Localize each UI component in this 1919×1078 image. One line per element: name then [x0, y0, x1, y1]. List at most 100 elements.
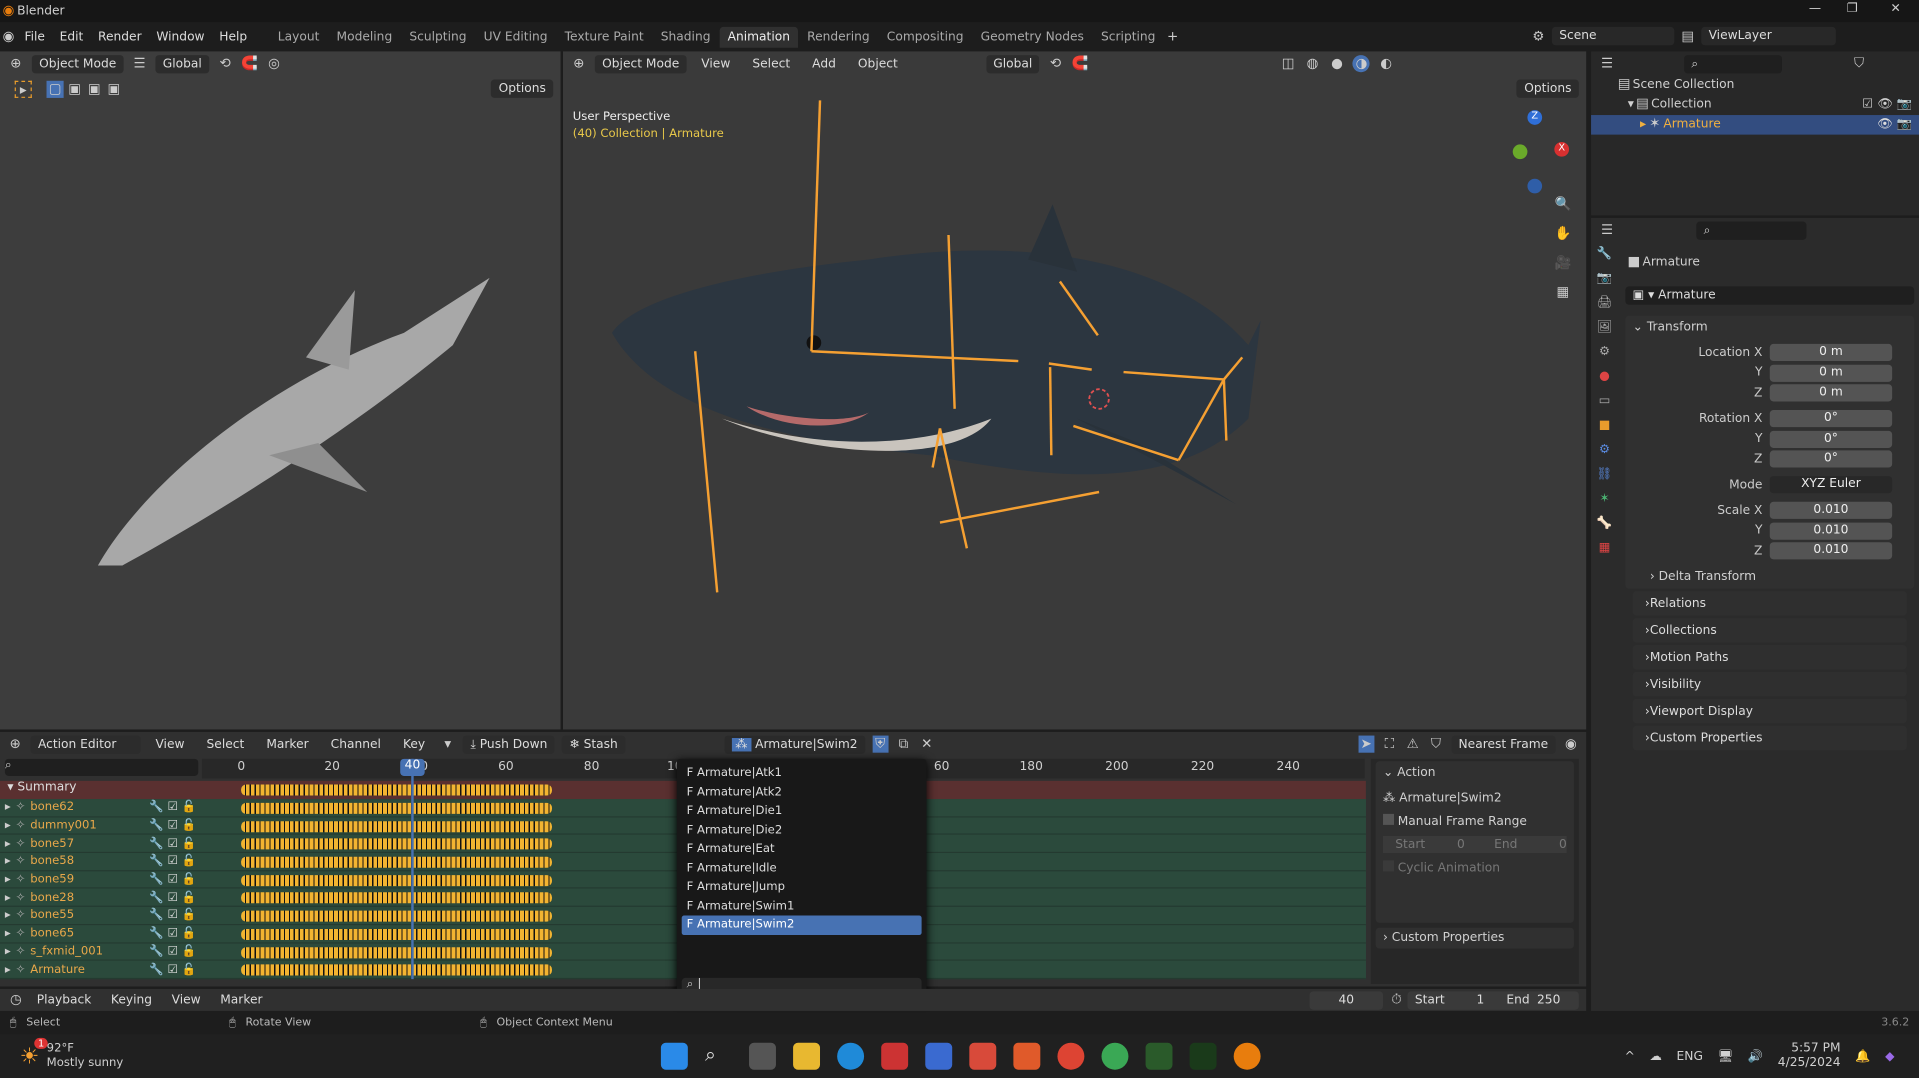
action-option[interactable]: F Armature|Eat	[682, 840, 922, 859]
stash-button[interactable]: ❄ Stash	[562, 734, 626, 754]
expand-icon[interactable]: ▸	[5, 909, 11, 922]
playhead[interactable]	[411, 758, 414, 980]
channel-toggles[interactable]: 🔧 ☑ 🔓	[149, 927, 196, 940]
left-viewport[interactable]: ⊕ Object Mode ☰ Global ⟲ 🧲 ◎ Options ▸ ▢…	[0, 51, 561, 730]
current-frame-field[interactable]: 40	[1309, 990, 1384, 1010]
channel-search-input[interactable]: ⌕	[4, 758, 199, 776]
mode-selector[interactable]: Object Mode	[31, 54, 124, 73]
editor-type-icon[interactable]: ⊕	[7, 55, 24, 72]
action-option[interactable]: F Armature|Atk1	[682, 764, 922, 783]
snap-icon[interactable]: 🧲	[241, 55, 258, 72]
filter-icon[interactable]: ⛉	[1428, 736, 1444, 753]
expand-icon[interactable]: ▸	[5, 891, 11, 904]
channel-toggles[interactable]: 🔧 ☑ 🔓	[149, 837, 196, 850]
only-errors-icon[interactable]: ⚠	[1405, 736, 1421, 753]
maximize-button[interactable]: ❐	[1847, 2, 1858, 15]
menu-window[interactable]: Window	[149, 30, 212, 43]
outliner-item-armature[interactable]: ▸ ✶ Armature 👁 📷	[1591, 115, 1919, 135]
unlink-action-icon[interactable]: ✕	[919, 736, 935, 753]
action-option[interactable]: F Armature|Die2	[682, 821, 922, 840]
fake-user-icon[interactable]: ⛨	[872, 735, 889, 753]
select-new-icon[interactable]: ▢	[46, 80, 64, 98]
expand-icon[interactable]: ▸	[5, 855, 11, 868]
menu-marker[interactable]: Marker	[213, 993, 270, 1006]
channel-toggles[interactable]: 🔧 ☑ 🔓	[149, 873, 196, 886]
menu-channel[interactable]: Channel	[323, 737, 388, 750]
tab-scripting[interactable]: Scripting	[1092, 26, 1164, 47]
menu-file[interactable]: File	[17, 30, 52, 43]
channel-toggles[interactable]: 🔧 ☑ 🔓	[149, 963, 196, 976]
proportional-icon[interactable]: ◉	[1563, 736, 1579, 753]
outliner-item-collection[interactable]: ▾ ▤ Collection ☑ 👁 📷	[1591, 95, 1919, 115]
blender-menu-icon[interactable]: ◉	[0, 28, 17, 45]
panel-collections[interactable]: › Collections	[1632, 618, 1907, 643]
manual-frame-range-checkbox[interactable]: Manual Frame Range	[1383, 813, 1567, 829]
channel-keyframes[interactable]	[241, 820, 552, 832]
pivot-icon[interactable]: ⟲	[217, 55, 234, 72]
ortho-grid-icon[interactable]: ▦	[1554, 284, 1571, 301]
minimize-button[interactable]: —	[1809, 2, 1821, 15]
select-invert-icon[interactable]: ▣	[105, 81, 122, 98]
editor-type-icon[interactable]: ⊕	[7, 736, 23, 753]
tab-layout[interactable]: Layout	[269, 26, 328, 47]
menu-key[interactable]: Key	[396, 737, 433, 750]
layer-down-icon[interactable]: ▾	[440, 736, 456, 753]
camera-icon[interactable]: 🎥	[1554, 255, 1572, 272]
channel-toggles[interactable]: 🔧 ☑ 🔓	[149, 945, 196, 958]
expand-icon[interactable]: ▸	[5, 819, 11, 832]
panel-relations[interactable]: › Relations	[1632, 591, 1907, 616]
select-extend-icon[interactable]: ▣	[66, 81, 83, 98]
object-name-field[interactable]: ▣ ▾ Armature	[1625, 286, 1915, 305]
current-frame-indicator[interactable]: 40	[400, 758, 425, 776]
tab-shading[interactable]: Shading	[652, 26, 719, 47]
channel-toggles[interactable]: 🔧 ☑ 🔓	[149, 909, 196, 922]
channel-toggles[interactable]: 🔧 ☑ 🔓	[149, 801, 196, 814]
proportional-icon[interactable]: ◎	[265, 55, 282, 72]
tab-texture-paint[interactable]: Texture Paint	[556, 26, 652, 47]
menu-marker[interactable]: Marker	[259, 737, 316, 750]
expand-icon[interactable]: ▸	[5, 837, 11, 850]
menu-view[interactable]: View	[164, 993, 208, 1006]
tab-uv-editing[interactable]: UV Editing	[475, 26, 556, 47]
delta-transform-panel[interactable]: › Delta Transform	[1625, 570, 1914, 583]
expand-icon[interactable]: ▸	[5, 963, 11, 976]
channel-keyframes[interactable]	[241, 838, 552, 850]
rotation-mode-select[interactable]: XYZ Euler	[1769, 476, 1893, 494]
panel-visibility[interactable]: › Visibility	[1632, 671, 1907, 697]
editor-type-icon[interactable]: ◷	[7, 991, 24, 1008]
tab-geometry-nodes[interactable]: Geometry Nodes	[972, 26, 1092, 47]
tab-rendering[interactable]: Rendering	[799, 26, 879, 47]
outliner-search[interactable]: ⌕	[1684, 54, 1782, 73]
menu-edit[interactable]: Edit	[52, 30, 90, 43]
taskbar-apps[interactable]: ⌕	[660, 1042, 1261, 1070]
channel-keyframes[interactable]	[241, 946, 552, 958]
scale-y[interactable]: 0.010	[1769, 521, 1893, 540]
channel-keyframes[interactable]	[241, 856, 552, 868]
action-option[interactable]: F Armature|Die1	[682, 802, 922, 821]
options-button[interactable]: Options	[491, 79, 554, 98]
channel-keyframes[interactable]	[241, 892, 552, 904]
expand-icon[interactable]: ▸	[5, 873, 11, 886]
tab-sculpting[interactable]: Sculpting	[401, 26, 475, 47]
menu-render[interactable]: Render	[91, 30, 149, 43]
rotation-x[interactable]: 0°	[1769, 410, 1893, 428]
editor-type-icon[interactable]: ☰	[1598, 222, 1615, 239]
channel-toggles[interactable]: 🔧 ☑ 🔓	[149, 891, 196, 904]
select-mode-buttons[interactable]: ▸ ▢ ▣ ▣ ▣	[14, 80, 123, 98]
channel-keyframes[interactable]	[241, 910, 552, 922]
panel-viewport-display[interactable]: › Viewport Display	[1632, 698, 1907, 724]
tab-compositing[interactable]: Compositing	[878, 26, 972, 47]
channel-keyframes[interactable]	[241, 802, 552, 814]
scale-z[interactable]: 0.010	[1769, 542, 1893, 560]
expand-icon[interactable]: ▸	[5, 927, 11, 940]
properties-search[interactable]: ⌕	[1696, 220, 1807, 240]
action-panel-header[interactable]: ⌄ Action	[1383, 766, 1567, 779]
main-viewport[interactable]: ⊕ Object Mode View Select Add Object Glo…	[562, 51, 1587, 730]
editor-type-icon[interactable]: ☰	[1598, 55, 1615, 72]
show-hidden-icon[interactable]: ⛶	[1381, 736, 1397, 753]
location-y[interactable]: 0 m	[1769, 364, 1893, 382]
snap-mode-select[interactable]: Nearest Frame	[1451, 734, 1556, 754]
view-layer-selector[interactable]: ViewLayer	[1701, 26, 1836, 46]
expand-icon[interactable]: ▸	[5, 801, 11, 814]
expand-icon[interactable]: ▸	[5, 945, 11, 958]
